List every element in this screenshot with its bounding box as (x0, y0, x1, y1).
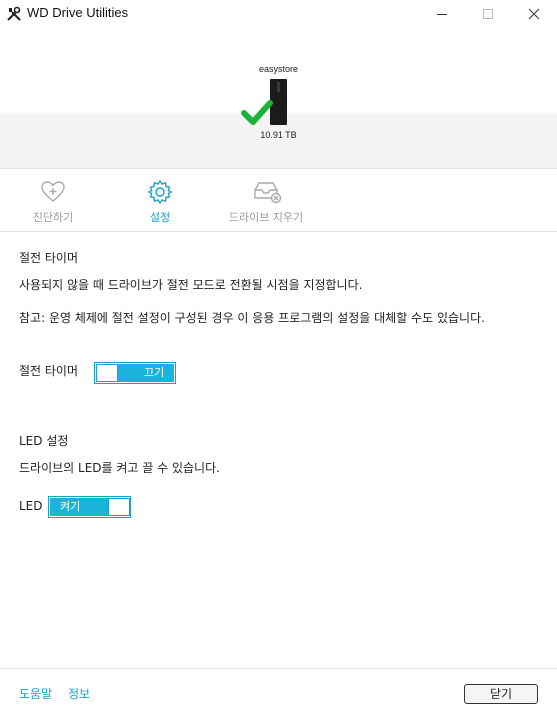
toggle-knob (108, 498, 130, 516)
sleep-timer-toggle-value: 끄기 (118, 364, 174, 382)
tab-erase-drive[interactable]: 드라이브 지우기 (206, 170, 326, 232)
close-button[interactable]: 닫기 (464, 684, 538, 704)
gear-icon (146, 178, 174, 206)
drive-erase-icon (251, 178, 282, 206)
led-toggle-value: 켜기 (50, 498, 108, 516)
led-toggle-label: LED (19, 499, 43, 513)
sleep-timer-note: 참고: 운영 체제에 절전 설정이 구성된 경우 이 응용 프로그램의 설정을 … (19, 311, 485, 325)
window-title: WD Drive Utilities (27, 5, 129, 20)
tab-diagnostics[interactable]: 진단하기 (14, 170, 92, 232)
tab-settings-label: 설정 (149, 211, 171, 224)
tab-settings[interactable]: 설정 (121, 170, 199, 232)
info-link[interactable]: 정보 (68, 685, 90, 702)
device-header: easystore 10.91 TB (0, 28, 557, 169)
tab-erase-drive-label: 드라이브 지우기 (228, 211, 304, 224)
sleep-timer-title: 절전 타이머 (19, 251, 79, 265)
minimize-icon (436, 5, 448, 24)
maximize-icon (482, 5, 494, 24)
minimize-button[interactable] (419, 0, 465, 28)
maximize-button[interactable] (465, 0, 511, 28)
tab-bar: 진단하기 설정 드라이브 지우기 (0, 170, 557, 232)
wrench-screwdriver-icon (6, 6, 22, 22)
close-window-button[interactable] (511, 0, 557, 28)
title-bar: WD Drive Utilities (0, 0, 557, 28)
tab-diagnostics-label: 진단하기 (32, 211, 74, 224)
device-name: easystore (258, 64, 299, 74)
sleep-timer-toggle[interactable]: 끄기 (94, 362, 176, 384)
help-link[interactable]: 도움말 (19, 685, 52, 702)
led-toggle[interactable]: 켜기 (48, 496, 131, 518)
heart-pulse-icon (39, 178, 67, 206)
close-icon (528, 5, 540, 24)
sleep-timer-description: 사용되지 않을 때 드라이브가 절전 모드로 전환될 시점을 지정합니다. (19, 278, 363, 292)
footer: 도움말 정보 닫기 (0, 668, 557, 714)
device-capacity: 10.91 TB (260, 130, 297, 140)
check-icon (241, 98, 273, 126)
led-settings-description: 드라이브의 LED를 켜고 끌 수 있습니다. (19, 461, 220, 475)
sleep-timer-toggle-label: 절전 타이머 (19, 364, 79, 378)
toggle-knob (96, 364, 118, 382)
led-settings-title: LED 설정 (19, 434, 69, 448)
